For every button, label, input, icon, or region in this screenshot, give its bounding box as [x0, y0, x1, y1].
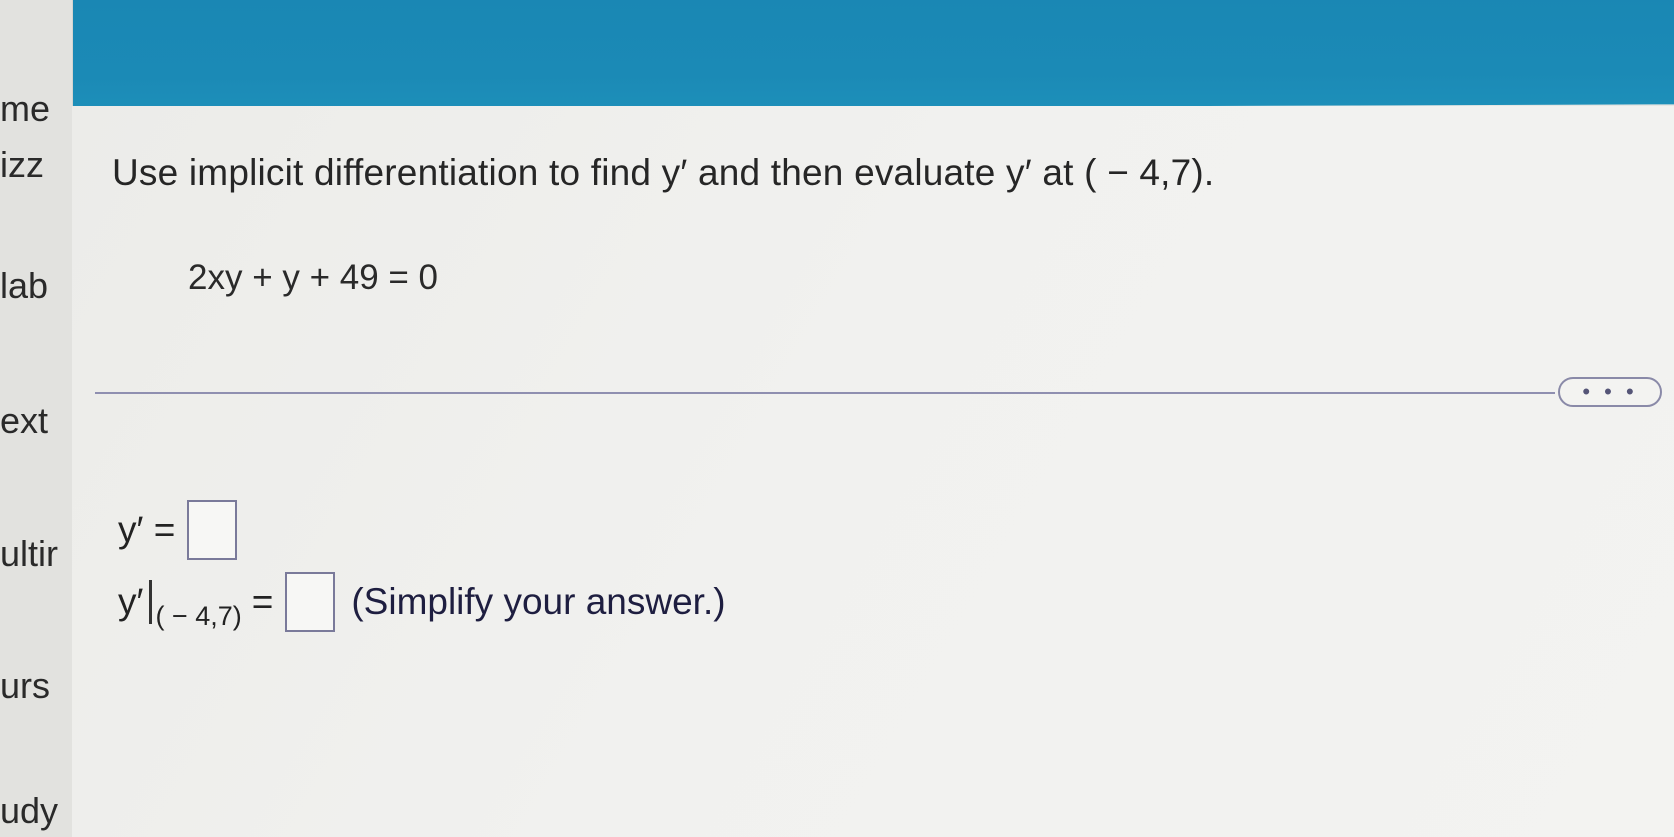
derivative-answer-row: y′ =: [118, 500, 238, 560]
sidebar-item-ultir[interactable]: ultir: [0, 533, 58, 575]
sidebar-item-izz[interactable]: izz: [0, 144, 44, 186]
evaluation-point: ( − 4,7): [155, 600, 242, 631]
sidebar-item-me[interactable]: me: [0, 88, 50, 130]
evaluated-label: y′: [118, 581, 144, 622]
more-options-button[interactable]: • • •: [1558, 377, 1662, 407]
header-band: [56, 0, 1674, 111]
sidebar-item-lab[interactable]: lab: [0, 265, 48, 307]
sidebar-item-udy[interactable]: udy: [0, 790, 58, 832]
sidebar-item-ext[interactable]: ext: [0, 400, 48, 442]
derivative-label: y′ =: [118, 509, 176, 550]
question-prompt: Use implicit differentiation to find y′ …: [112, 152, 1215, 193]
question-equation: 2xy + y + 49 = 0: [188, 258, 439, 297]
evaluation-bar: [149, 580, 153, 624]
evaluated-answer-input[interactable]: [285, 572, 336, 632]
question-panel: [72, 106, 1674, 837]
screen: me izz lab ext ultir urs udy Use implici…: [0, 0, 1674, 837]
sidebar-item-urs[interactable]: urs: [0, 665, 50, 707]
section-divider: [95, 392, 1555, 394]
evaluated-answer-row: y′ ( − 4,7) = (Simplify your answer.): [118, 572, 726, 632]
evaluated-equals: =: [251, 581, 274, 622]
simplify-hint: (Simplify your answer.): [351, 581, 726, 622]
sidebar: me izz lab ext ultir urs udy: [0, 0, 73, 837]
derivative-answer-input[interactable]: [187, 500, 238, 560]
